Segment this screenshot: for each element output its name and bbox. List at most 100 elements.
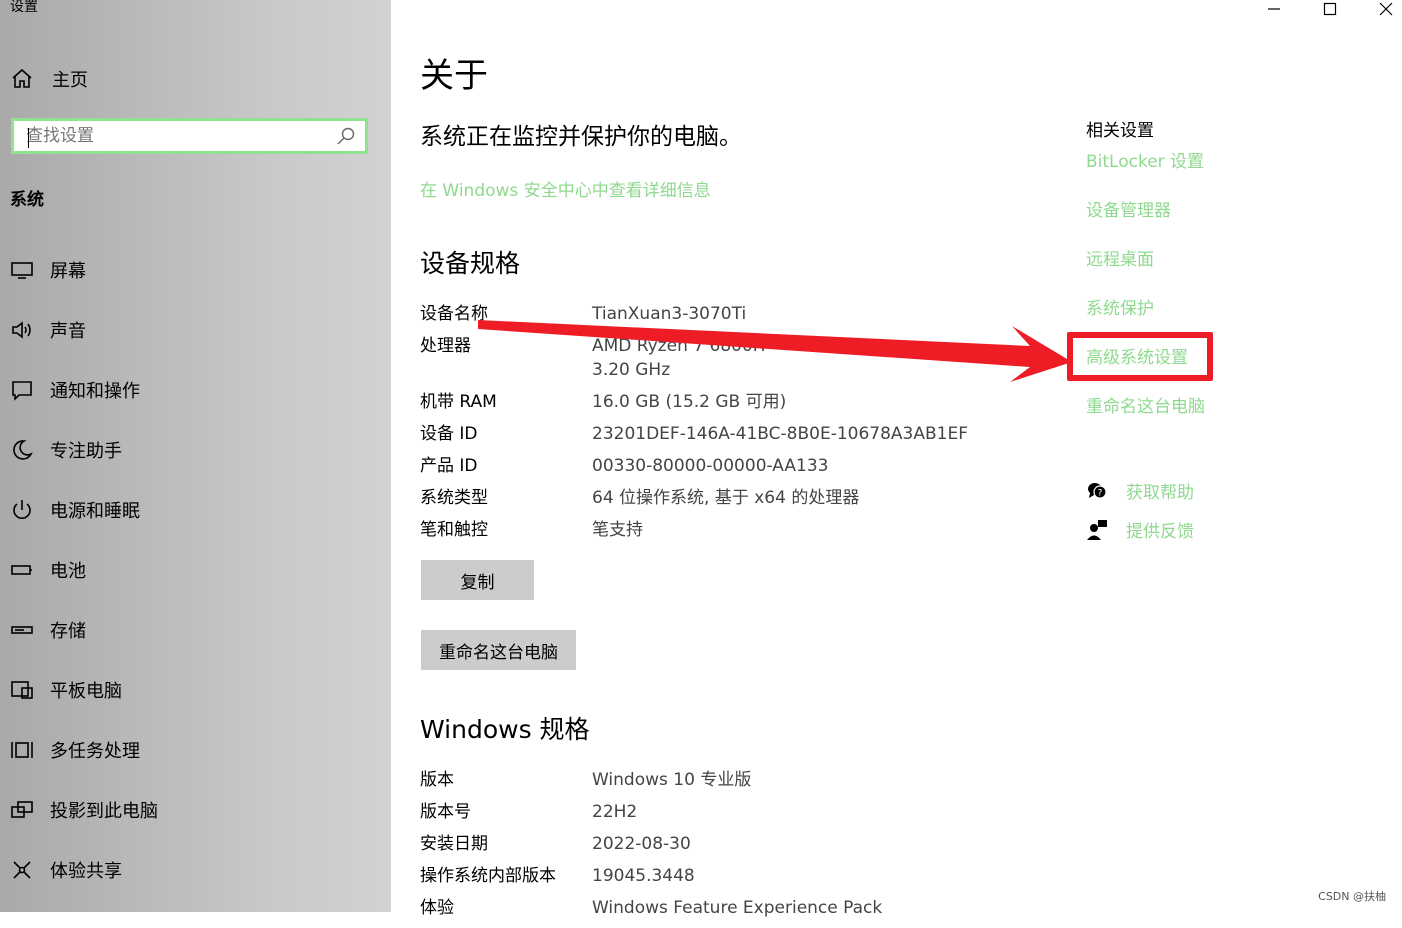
system-protection-link[interactable]: 系统保护 bbox=[1086, 297, 1205, 321]
spec-value-line: 3.20 GHz bbox=[592, 360, 671, 380]
related-settings-links: BitLocker 设置 设备管理器 远程桌面 系统保护 高级系统设置 重命名这… bbox=[1086, 150, 1205, 444]
spec-value: TianXuan3-3070Ti bbox=[592, 304, 747, 324]
spec-key: 版本 bbox=[420, 770, 454, 790]
battery-icon bbox=[10, 558, 34, 582]
sidebar-item-shared-experiences[interactable]: 体验共享 bbox=[0, 840, 391, 900]
spec-row-install-date: 安装日期 2022-08-30 bbox=[420, 832, 1040, 856]
power-icon bbox=[10, 498, 34, 522]
spec-key: 安装日期 bbox=[420, 834, 488, 854]
close-icon bbox=[1379, 2, 1393, 16]
sidebar-item-sound[interactable]: 声音 bbox=[0, 300, 391, 360]
notification-icon bbox=[10, 378, 34, 402]
spec-key: 设备 ID bbox=[420, 424, 478, 444]
search-icon[interactable] bbox=[335, 125, 357, 147]
windows-spec-heading: Windows 规格 bbox=[420, 715, 590, 744]
spec-value: 00330-80000-00000-AA133 bbox=[592, 456, 829, 476]
sidebar: 设置 主页 系统 屏幕 声音 bbox=[0, 0, 391, 912]
sidebar-section-title: 系统 bbox=[10, 190, 44, 210]
sidebar-item-label: 平板电脑 bbox=[50, 681, 122, 702]
speaker-icon bbox=[10, 318, 34, 342]
security-center-link[interactable]: 在 Windows 安全中心中查看详细信息 bbox=[420, 176, 711, 201]
sidebar-item-notifications[interactable]: 通知和操作 bbox=[0, 360, 391, 420]
spec-row-experience: 体验 Windows Feature Experience Pack bbox=[420, 896, 1040, 920]
watermark: CSDN @扶柚 bbox=[1318, 890, 1386, 903]
device-spec-list: 设备名称 TianXuan3-3070Ti 处理器 AMD Ryzen 7 68… bbox=[420, 302, 1040, 550]
spec-value: 22H2 bbox=[592, 802, 638, 822]
get-help-link[interactable]: ? 获取帮助 bbox=[1086, 478, 1194, 503]
sidebar-item-label: 通知和操作 bbox=[50, 381, 140, 402]
spec-row-pen-touch: 笔和触控 笔支持 bbox=[420, 518, 1040, 542]
sidebar-item-label: 专注助手 bbox=[50, 441, 122, 462]
device-manager-link[interactable]: 设备管理器 bbox=[1086, 199, 1205, 223]
give-feedback-link[interactable]: 提供反馈 bbox=[1086, 517, 1194, 542]
spec-value: 笔支持 bbox=[592, 520, 643, 540]
sidebar-home-label: 主页 bbox=[52, 70, 88, 91]
bitlocker-settings-link[interactable]: BitLocker 设置 bbox=[1086, 150, 1205, 174]
spec-row-product-id: 产品 ID 00330-80000-00000-AA133 bbox=[420, 454, 1040, 478]
project-icon bbox=[10, 798, 34, 822]
spec-value: Windows 10 专业版 bbox=[592, 770, 752, 790]
copy-button[interactable]: 复制 bbox=[421, 560, 534, 600]
spec-key: 处理器 bbox=[420, 336, 471, 356]
help-chat-icon: ? bbox=[1086, 480, 1108, 502]
sidebar-item-display[interactable]: 屏幕 bbox=[0, 240, 391, 300]
spec-key: 设备名称 bbox=[420, 304, 488, 324]
spec-key: 系统类型 bbox=[420, 488, 488, 508]
app-title: 设置 bbox=[10, 0, 38, 15]
search-box[interactable] bbox=[11, 118, 368, 154]
spec-row-version: 版本号 22H2 bbox=[420, 800, 1040, 824]
monitor-icon bbox=[10, 258, 34, 282]
sidebar-item-label: 声音 bbox=[50, 321, 86, 342]
sidebar-item-multitasking[interactable]: 多任务处理 bbox=[0, 720, 391, 780]
annotation-highlight-box bbox=[1067, 332, 1213, 381]
sidebar-item-label: 屏幕 bbox=[50, 261, 86, 282]
rename-pc-button[interactable]: 重命名这台电脑 bbox=[421, 630, 576, 670]
spec-key: 产品 ID bbox=[420, 456, 478, 476]
share-icon bbox=[10, 858, 34, 882]
spec-key: 操作系统内部版本 bbox=[420, 866, 556, 886]
spec-key: 体验 bbox=[420, 898, 454, 918]
rename-pc-link[interactable]: 重命名这台电脑 bbox=[1086, 395, 1205, 419]
search-input[interactable] bbox=[14, 122, 335, 150]
sidebar-item-label: 存储 bbox=[50, 621, 86, 642]
spec-row-ram: 机带 RAM 16.0 GB (15.2 GB 可用) bbox=[420, 390, 1040, 414]
sidebar-item-label: 电池 bbox=[50, 561, 86, 582]
remote-desktop-link[interactable]: 远程桌面 bbox=[1086, 248, 1205, 272]
sidebar-home[interactable]: 主页 bbox=[10, 64, 88, 94]
sidebar-item-label: 多任务处理 bbox=[50, 741, 140, 762]
spec-value-line: AMD Ryzen 7 6800H bbox=[592, 336, 766, 356]
sidebar-item-power-sleep[interactable]: 电源和睡眠 bbox=[0, 480, 391, 540]
spec-row-device-name: 设备名称 TianXuan3-3070Ti bbox=[420, 302, 1040, 326]
maximize-button[interactable] bbox=[1307, 0, 1353, 18]
device-spec-heading: 设备规格 bbox=[420, 249, 521, 278]
spec-row-os-build: 操作系统内部版本 19045.3448 bbox=[420, 864, 1040, 888]
sidebar-item-label: 投影到此电脑 bbox=[50, 801, 158, 822]
home-icon bbox=[10, 67, 34, 91]
sidebar-item-label: 体验共享 bbox=[50, 861, 122, 882]
moon-icon bbox=[10, 438, 34, 462]
tablet-icon bbox=[10, 678, 34, 702]
spec-key: 机带 RAM bbox=[420, 392, 497, 412]
close-button[interactable] bbox=[1363, 0, 1402, 18]
spec-row-system-type: 系统类型 64 位操作系统, 基于 x64 的处理器 bbox=[420, 486, 1040, 510]
svg-text:?: ? bbox=[1098, 488, 1103, 498]
spec-value: 16.0 GB (15.2 GB 可用) bbox=[592, 392, 787, 412]
sidebar-item-battery[interactable]: 电池 bbox=[0, 540, 391, 600]
sidebar-item-storage[interactable]: 存储 bbox=[0, 600, 391, 660]
page-title: 关于 bbox=[420, 56, 488, 96]
sidebar-item-project[interactable]: 投影到此电脑 bbox=[0, 780, 391, 840]
sidebar-item-tablet[interactable]: 平板电脑 bbox=[0, 660, 391, 720]
maximize-icon bbox=[1323, 2, 1337, 16]
related-settings-title: 相关设置 bbox=[1086, 121, 1154, 141]
spec-value: 19045.3448 bbox=[592, 866, 695, 886]
storage-icon bbox=[10, 618, 34, 642]
feedback-person-icon bbox=[1086, 519, 1108, 541]
minimize-icon bbox=[1268, 8, 1280, 10]
spec-key: 笔和触控 bbox=[420, 520, 488, 540]
spec-row-processor: 处理器 AMD Ryzen 7 6800H 3.20 GHz bbox=[420, 334, 1040, 382]
sidebar-item-focus-assist[interactable]: 专注助手 bbox=[0, 420, 391, 480]
spec-value: 23201DEF-146A-41BC-8B0E-10678A3AB1EF bbox=[592, 424, 968, 444]
multitask-icon bbox=[10, 738, 34, 762]
windows-spec-list: 版本 Windows 10 专业版 版本号 22H2 安装日期 2022-08-… bbox=[420, 768, 1040, 928]
minimize-button[interactable] bbox=[1251, 0, 1297, 18]
